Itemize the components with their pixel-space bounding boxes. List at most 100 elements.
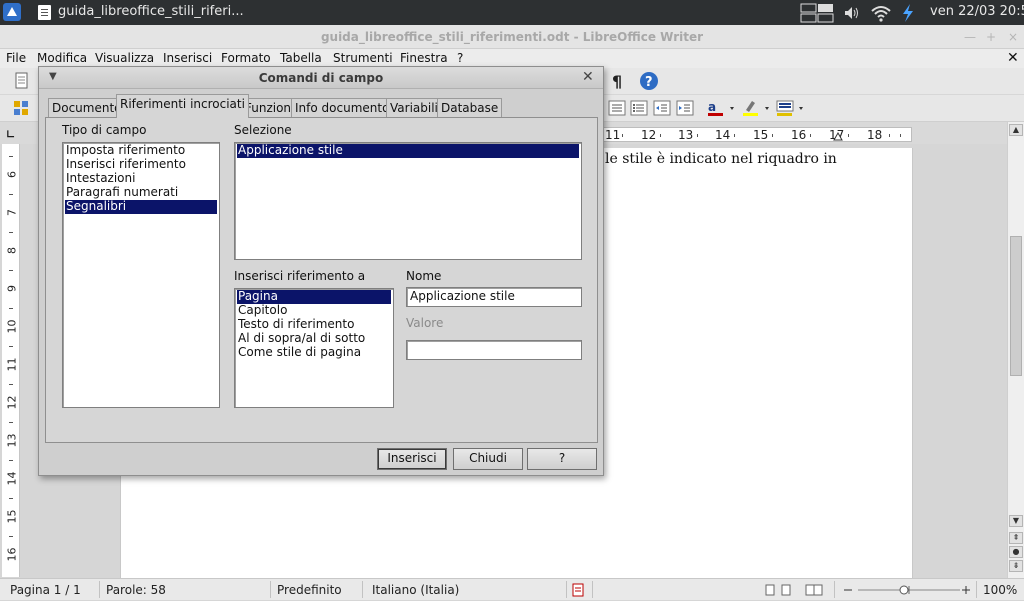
status-words[interactable]: Parole: 58 (106, 583, 166, 597)
valore-input[interactable] (406, 340, 582, 360)
nome-label: Nome (406, 269, 442, 283)
tab-stop-selector-icon[interactable]: ∟ (6, 128, 15, 141)
ruler-number: 13 (678, 128, 694, 142)
workspace-switcher-icon[interactable] (800, 3, 834, 23)
tab-database[interactable]: Database (437, 98, 503, 117)
formatting-marks-icon[interactable]: ¶ (606, 70, 628, 92)
menu-tabella[interactable]: Tabella (280, 51, 322, 65)
menu-finestra[interactable]: Finestra (400, 51, 448, 65)
decrease-indent-icon[interactable] (651, 97, 673, 119)
list-item[interactable]: Imposta riferimento (65, 144, 217, 158)
increase-indent-icon[interactable] (674, 97, 696, 119)
document-icon (38, 5, 51, 20)
tab-panel: Tipo di campo Imposta riferimento Inseri… (45, 117, 598, 443)
document-text[interactable]: le stile è indicato nel riquadro in (605, 151, 837, 167)
list-item-selected[interactable]: Pagina (237, 290, 391, 304)
help-icon[interactable]: ? (638, 70, 660, 92)
insert-button[interactable]: Inserisci (377, 448, 447, 470)
tab-funzioni[interactable]: Funzioni (241, 98, 299, 117)
ruler-number: 12 (641, 128, 657, 142)
menu-help[interactable]: ? (457, 51, 463, 65)
menu-modifica[interactable]: Modifica (37, 51, 87, 65)
tipo-di-campo-label: Tipo di campo (62, 123, 147, 137)
scroll-up-icon[interactable]: ▲ (1009, 124, 1023, 136)
ruler-number: 14 (715, 128, 731, 142)
next-page-icon[interactable]: ⇟ (1009, 560, 1023, 572)
inserisci-riferimento-list[interactable]: Pagina Capitolo Testo di riferimento Al … (234, 288, 394, 408)
document-modified-icon[interactable] (572, 583, 584, 600)
background-color-icon[interactable] (774, 97, 806, 119)
navigator-icon[interactable]: ● (1009, 546, 1023, 558)
status-style[interactable]: Predefinito (277, 583, 342, 597)
dialog-title: Comandi di campo (258, 71, 384, 85)
list-item[interactable]: Come stile di pagina (237, 346, 391, 360)
numbering-icon[interactable] (606, 97, 628, 119)
font-color-icon[interactable]: a (705, 97, 737, 119)
nome-input[interactable]: Applicazione stile (406, 287, 582, 307)
list-item[interactable]: Paragrafi numerati (65, 186, 217, 200)
vertical-scrollbar[interactable]: ▲ ▼ ⇞ ● ⇟ (1007, 122, 1024, 578)
styles-icon[interactable] (10, 97, 32, 119)
window-close-icon[interactable]: × (1008, 30, 1018, 44)
help-button[interactable]: ? (527, 448, 597, 470)
window-titlebar: guida_libreoffice_stili_riferimenti.odt … (0, 25, 1024, 49)
app-launcher-icon[interactable] (2, 2, 22, 22)
tab-riferimenti-incrociati[interactable]: Riferimenti incrociati (116, 94, 249, 118)
status-zoom[interactable]: 100% (983, 583, 1017, 597)
zoom-slider[interactable] (842, 582, 972, 601)
window-title: guida_libreoffice_stili_riferimenti.odt … (320, 30, 704, 44)
tab-variabili[interactable]: Variabili (386, 98, 442, 117)
list-item[interactable]: Inserisci riferimento (65, 158, 217, 172)
status-bar: Pagina 1 / 1 Parole: 58 Predefinito Ital… (0, 578, 1024, 600)
tipo-di-campo-list[interactable]: Imposta riferimento Inserisci riferiment… (62, 142, 220, 408)
list-item-selected[interactable]: Segnalibri (65, 200, 217, 214)
menu-inserisci[interactable]: Inserisci (163, 51, 212, 65)
clock[interactable]: ven 22/03 20:57 (930, 4, 1024, 19)
field-commands-dialog: ▼ Comandi di campo ✕ Documento Riferimen… (38, 66, 604, 476)
bullets-icon[interactable] (628, 97, 650, 119)
vertical-ruler[interactable]: 6 7 8 9 10 11 12 13 14 15 16 (2, 144, 20, 577)
list-item[interactable]: Intestazioni (65, 172, 217, 186)
ruler-number: 11 (5, 357, 19, 372)
system-taskbar: guida_libreoffice_stili_riferi... ven 22… (0, 0, 1024, 25)
right-indent-marker-icon[interactable] (833, 131, 843, 144)
ruler-number: 14 (5, 471, 19, 486)
scroll-down-icon[interactable]: ▼ (1009, 515, 1023, 527)
ruler-number: 15 (5, 509, 19, 524)
highlight-icon[interactable] (740, 97, 772, 119)
ruler-number: 16 (791, 128, 807, 142)
view-layout-icons[interactable] (764, 583, 824, 600)
dialog-close-icon[interactable]: ✕ (582, 69, 594, 85)
ruler-number: 9 (5, 285, 19, 292)
list-item[interactable]: Testo di riferimento (237, 318, 391, 332)
previous-page-icon[interactable]: ⇞ (1009, 532, 1023, 544)
close-button[interactable]: Chiudi (453, 448, 523, 470)
taskbar-task-title[interactable]: guida_libreoffice_stili_riferi... (58, 4, 244, 19)
volume-icon[interactable] (842, 3, 862, 23)
menu-file[interactable]: File (6, 51, 26, 65)
wifi-icon[interactable] (870, 3, 892, 23)
close-document-icon[interactable]: ✕ (1007, 50, 1019, 66)
maximize-icon[interactable]: + (986, 30, 996, 44)
list-item[interactable]: Al di sopra/al di sotto (237, 332, 391, 346)
menu-formato[interactable]: Formato (221, 51, 271, 65)
scroll-thumb[interactable] (1010, 236, 1022, 376)
dialog-titlebar[interactable]: ▼ Comandi di campo ✕ (39, 67, 603, 89)
minimize-icon[interactable]: — (964, 30, 976, 44)
selezione-label: Selezione (234, 123, 292, 137)
tab-info-documento[interactable]: Info documento (291, 98, 394, 117)
menu-strumenti[interactable]: Strumenti (333, 51, 393, 65)
ruler-number: 8 (5, 247, 19, 254)
svg-text:a: a (708, 100, 716, 114)
valore-label: Valore (406, 316, 444, 330)
status-language[interactable]: Italiano (Italia) (372, 583, 459, 597)
tab-documento[interactable]: Documento (48, 98, 126, 117)
new-document-icon[interactable] (10, 70, 32, 92)
selezione-list[interactable]: Applicazione stile (234, 142, 582, 260)
ruler-number: 10 (5, 319, 19, 334)
list-item[interactable]: Capitolo (237, 304, 391, 318)
status-page[interactable]: Pagina 1 / 1 (10, 583, 81, 597)
menu-visualizza[interactable]: Visualizza (95, 51, 154, 65)
power-bolt-icon[interactable] (900, 3, 916, 23)
list-item-selected[interactable]: Applicazione stile (237, 144, 579, 158)
